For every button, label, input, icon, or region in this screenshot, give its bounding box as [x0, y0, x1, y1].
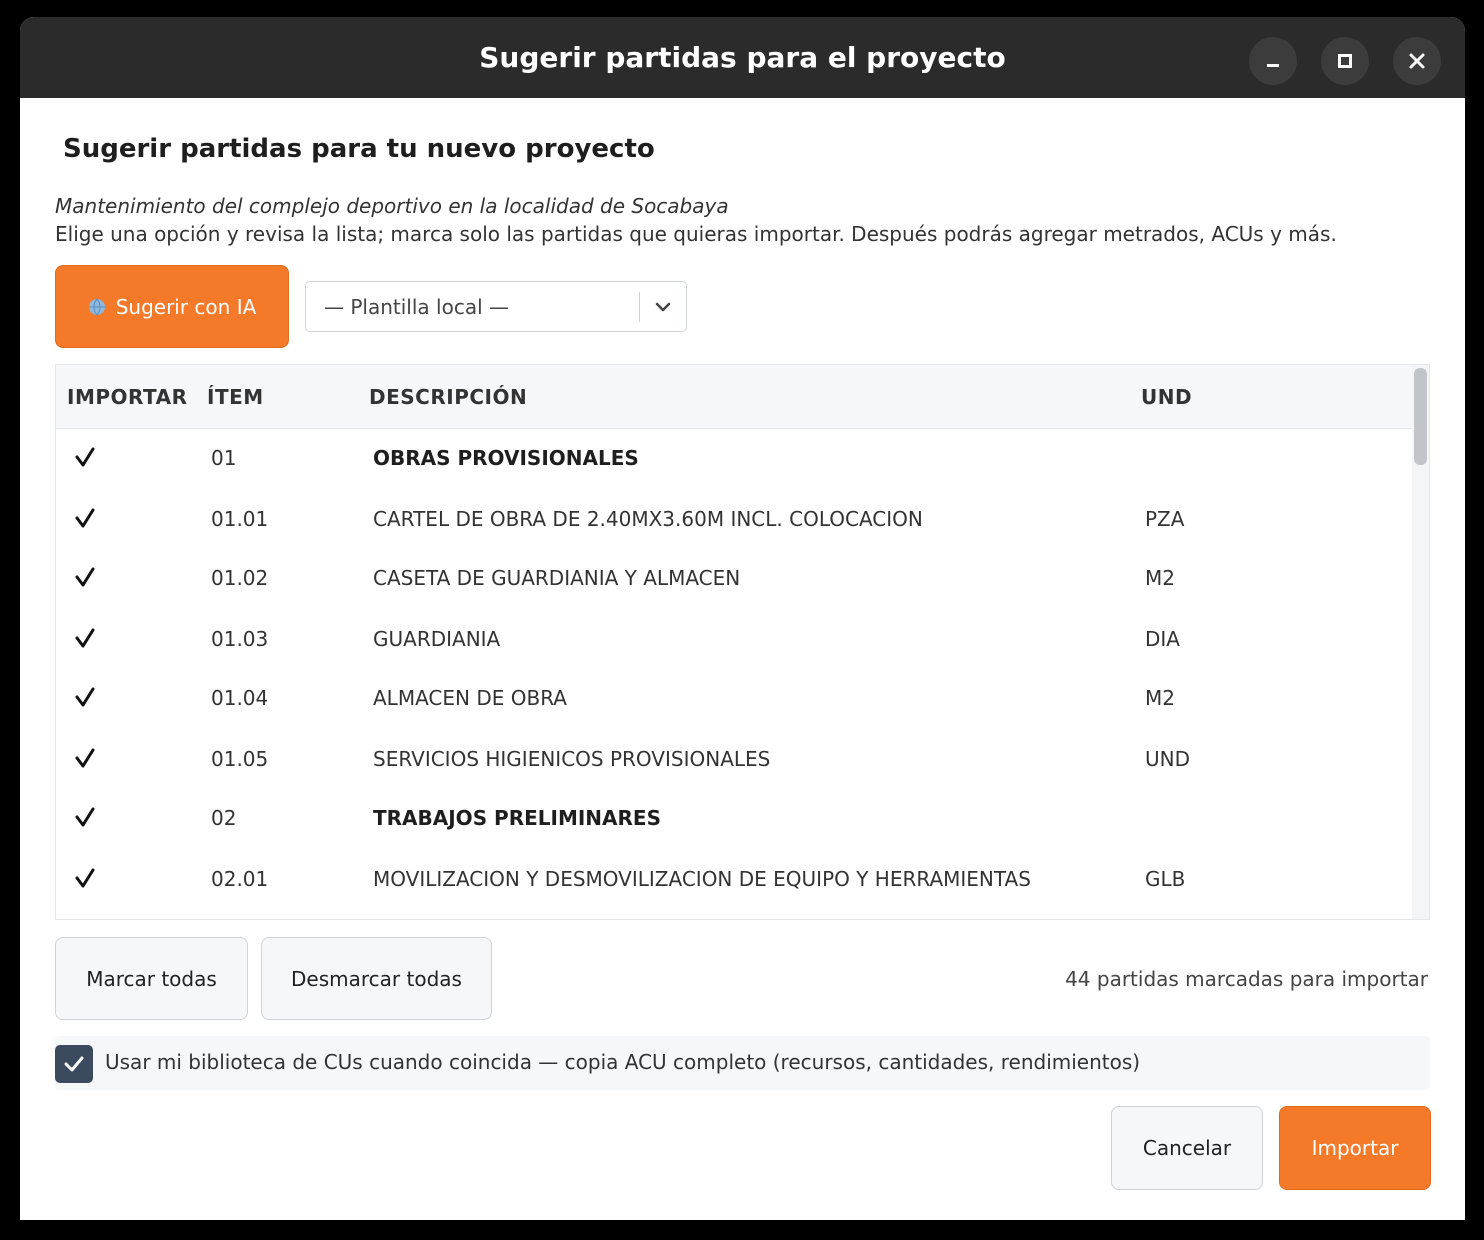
- check-icon[interactable]: [74, 566, 96, 588]
- instructions-text: Elige una opción y revisa la lista; marc…: [55, 222, 1337, 246]
- row-unit: DIA: [1145, 627, 1180, 651]
- import-button[interactable]: Importar: [1279, 1106, 1431, 1190]
- row-item: 01.01: [211, 507, 269, 531]
- dialog-heading: Sugerir partidas para tu nuevo proyecto: [63, 134, 655, 164]
- row-description: CARTEL DE OBRA DE 2.40MX3.60M INCL. COLO…: [373, 507, 923, 531]
- partidas-table: IMPORTAR ÍTEM DESCRIPCIÓN UND 01 OBRAS P…: [55, 364, 1430, 920]
- table-row[interactable]: 02.01 MOVILIZACION Y DESMOVILIZACION DE …: [56, 849, 1412, 909]
- maximize-button[interactable]: [1321, 37, 1369, 85]
- project-name: Mantenimiento del complejo deportivo en …: [55, 194, 729, 218]
- check-icon[interactable]: [74, 806, 96, 828]
- row-unit: UND: [1145, 747, 1190, 771]
- row-description: ALMACEN DE OBRA: [373, 686, 567, 710]
- row-item: 01: [211, 446, 237, 470]
- row-description: OBRAS PROVISIONALES: [373, 446, 639, 470]
- row-unit: GLB: [1145, 867, 1186, 891]
- row-description: MOVILIZACION Y DESMOVILIZACION DE EQUIPO…: [373, 867, 1031, 891]
- marked-count: 44 partidas marcadas para importar: [1065, 967, 1428, 991]
- scrollbar-thumb[interactable]: [1414, 368, 1427, 465]
- table-row[interactable]: 01.02 CASETA DE GUARDIANIA Y ALMACEN M2: [56, 548, 1412, 608]
- cancel-button[interactable]: Cancelar: [1111, 1106, 1263, 1190]
- row-item: 01.02: [211, 566, 269, 590]
- select-separator: [639, 292, 640, 322]
- template-select-value: — Plantilla local —: [324, 295, 509, 319]
- minimize-button[interactable]: [1249, 37, 1297, 85]
- check-icon[interactable]: [74, 507, 96, 529]
- row-item: 01.05: [211, 747, 269, 771]
- dialog-window: Sugerir partidas para el proyecto Sugeri…: [20, 17, 1465, 1220]
- table-row[interactable]: 01.03 GUARDIANIA DIA: [56, 609, 1412, 669]
- row-unit: PZA: [1145, 507, 1185, 531]
- library-option-label: Usar mi biblioteca de CUs cuando coincid…: [105, 1050, 1141, 1074]
- minimize-icon: [1267, 64, 1279, 67]
- table-row[interactable]: 01.05 SERVICIOS HIGIENICOS PROVISIONALES…: [56, 729, 1412, 789]
- close-button[interactable]: [1393, 37, 1441, 85]
- table-header: IMPORTAR ÍTEM DESCRIPCIÓN UND: [56, 365, 1412, 429]
- checkmark-icon: [64, 1056, 84, 1072]
- check-icon[interactable]: [74, 686, 96, 708]
- table-row[interactable]: 01.04 ALMACEN DE OBRA M2: [56, 668, 1412, 728]
- suggest-ai-button[interactable]: Sugerir con IA: [55, 265, 289, 348]
- table-row[interactable]: 01 OBRAS PROVISIONALES: [56, 428, 1412, 488]
- row-description: GUARDIANIA: [373, 627, 501, 651]
- globe-icon: [88, 298, 105, 315]
- row-unit: M2: [1145, 686, 1175, 710]
- row-item: 02: [211, 806, 237, 830]
- check-icon[interactable]: [74, 627, 96, 649]
- maximize-icon: [1338, 54, 1352, 68]
- close-icon: [1409, 53, 1425, 69]
- column-header-descripcion: DESCRIPCIÓN: [369, 385, 528, 409]
- check-icon[interactable]: [74, 747, 96, 769]
- table-row[interactable]: 01.01 CARTEL DE OBRA DE 2.40MX3.60M INCL…: [56, 489, 1412, 549]
- row-description: SERVICIOS HIGIENICOS PROVISIONALES: [373, 747, 771, 771]
- library-checkbox[interactable]: [55, 1045, 93, 1083]
- row-description: TRABAJOS PRELIMINARES: [373, 806, 661, 830]
- library-option[interactable]: Usar mi biblioteca de CUs cuando coincid…: [55, 1036, 1430, 1090]
- column-header-importar: IMPORTAR: [67, 385, 188, 409]
- mark-all-button[interactable]: Marcar todas: [55, 937, 248, 1020]
- table-row[interactable]: 02 TRABAJOS PRELIMINARES: [56, 788, 1412, 848]
- row-item: 01.03: [211, 627, 269, 651]
- column-header-und: UND: [1141, 385, 1193, 409]
- row-unit: M2: [1145, 566, 1175, 590]
- suggest-ai-label: Sugerir con IA: [115, 294, 257, 319]
- column-header-item: ÍTEM: [207, 385, 264, 409]
- unmark-all-button[interactable]: Desmarcar todas: [261, 937, 492, 1020]
- row-item: 01.04: [211, 686, 269, 710]
- title-bar: Sugerir partidas para el proyecto: [20, 17, 1465, 98]
- table-scrollbar[interactable]: [1412, 365, 1429, 919]
- row-description: CASETA DE GUARDIANIA Y ALMACEN: [373, 566, 741, 590]
- template-select[interactable]: — Plantilla local —: [305, 281, 687, 332]
- chevron-down-icon[interactable]: [652, 296, 674, 318]
- check-icon[interactable]: [74, 446, 96, 468]
- row-item: 02.01: [211, 867, 269, 891]
- check-icon[interactable]: [74, 867, 96, 889]
